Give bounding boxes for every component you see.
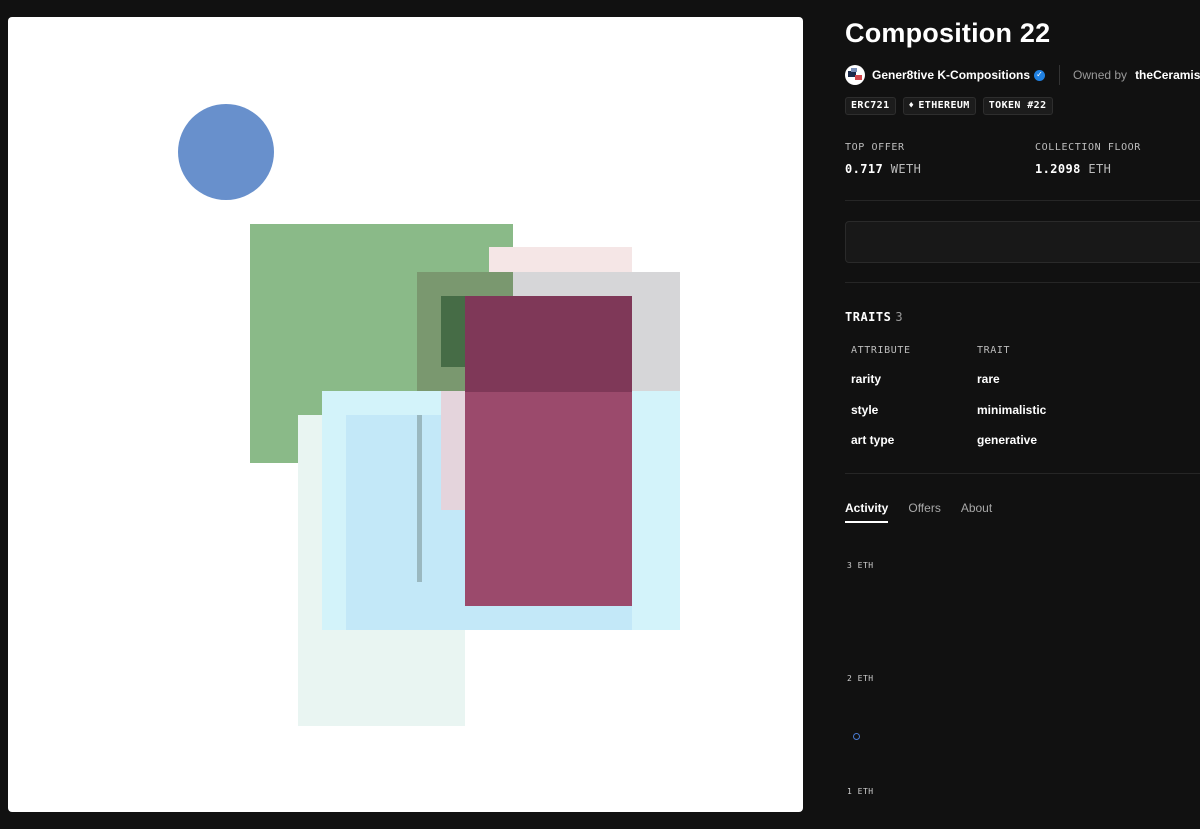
artwork-pink-rect [489, 247, 632, 272]
traits-heading: TRAITS 3 [845, 310, 903, 324]
trait-attribute: rarity [851, 372, 882, 386]
artwork-wine-rect [465, 296, 632, 392]
owner-link[interactable]: theCeramist [1135, 68, 1200, 82]
y-tick-label: 2 ETH [847, 674, 874, 683]
price-stats: TOP OFFER 0.717 WETH COLLECTION FLOOR 1.… [845, 142, 1200, 187]
token-id-badge: TOKEN #22 [982, 97, 1053, 115]
ethereum-icon: ♦ [908, 101, 915, 111]
top-offer-unit: WETH [890, 162, 922, 176]
collection-floor-unit: ETH [1088, 162, 1112, 176]
collection-avatar[interactable] [845, 65, 865, 85]
divider [1059, 65, 1061, 85]
chain-badge-label: ETHEREUM [918, 100, 970, 111]
section-divider [845, 200, 1200, 201]
owned-by-label: Owned by [1073, 68, 1128, 82]
trait-row: art type generative [851, 433, 1151, 451]
item-details-panel: Composition 22 Gener8tive K-Compositions… [845, 0, 1200, 829]
collection-row: Gener8tive K-Compositions ✓ Owned by the… [845, 64, 1200, 86]
top-offer-amount: 0.717 [845, 162, 884, 176]
detail-tabs: Activity Offers About [845, 501, 992, 523]
action-box[interactable] [845, 221, 1200, 263]
collection-link[interactable]: Gener8tive K-Compositions [872, 68, 1030, 82]
section-divider [845, 473, 1200, 474]
standard-badge: ERC721 [845, 97, 896, 115]
artwork-lilac-rect [441, 391, 465, 510]
collection-floor-stat: COLLECTION FLOOR 1.2098 ETH [1035, 142, 1141, 176]
collection-floor-label: COLLECTION FLOOR [1035, 142, 1141, 153]
trait-row: style minimalistic [851, 403, 1151, 421]
chain-badge: ♦ ETHEREUM [902, 97, 976, 115]
trait-attribute: art type [851, 433, 895, 447]
top-offer-value: 0.717 WETH [845, 162, 921, 176]
item-title: Composition 22 [845, 18, 1051, 48]
traits-heading-label: TRAITS [845, 310, 892, 324]
tab-activity[interactable]: Activity [845, 501, 889, 523]
top-offer-stat: TOP OFFER 0.717 WETH [845, 142, 921, 176]
artwork-thin-line [417, 415, 422, 582]
trait-value[interactable]: minimalistic [977, 403, 1046, 417]
y-tick-label: 1 ETH [847, 787, 874, 796]
attribute-column-header: ATTRIBUTE [851, 345, 911, 356]
y-tick-label: 3 ETH [847, 561, 874, 570]
trait-value[interactable]: generative [977, 433, 1037, 447]
token-badges: ERC721 ♦ ETHEREUM TOKEN #22 [845, 97, 1053, 115]
chart-data-point[interactable] [853, 732, 860, 740]
trait-column-header: TRAIT [977, 345, 1011, 356]
tab-offers[interactable]: Offers [908, 501, 940, 523]
traits-count: 3 [895, 310, 904, 324]
trait-row: rarity rare [851, 372, 1151, 390]
top-offer-label: TOP OFFER [845, 142, 905, 153]
price-history-chart: 3 ETH 2 ETH 1 ETH [845, 550, 1200, 829]
section-divider [845, 282, 1200, 283]
collection-floor-value: 1.2098 ETH [1035, 162, 1141, 176]
verified-check-icon: ✓ [1034, 69, 1046, 81]
trait-attribute: style [851, 403, 879, 417]
tab-about[interactable]: About [961, 501, 992, 523]
nft-artwork[interactable] [8, 17, 803, 812]
collection-floor-amount: 1.2098 [1035, 162, 1081, 176]
trait-value[interactable]: rare [977, 372, 1000, 386]
artwork-forest-rect [441, 296, 465, 367]
artwork-circle [178, 104, 274, 200]
